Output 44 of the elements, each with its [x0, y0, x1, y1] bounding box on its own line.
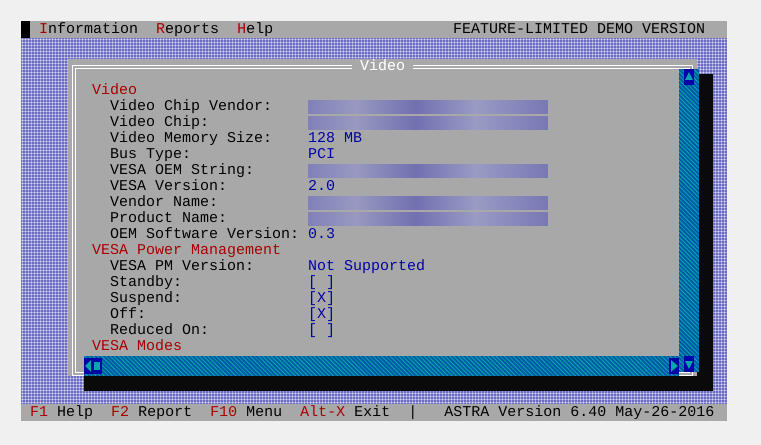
field-label: OEM Software Version:: [110, 227, 300, 243]
field-value: [X]: [308, 291, 336, 307]
shortcut-key[interactable]: F2 Report: [111, 404, 192, 420]
menu-item[interactable]: Information: [39, 22, 138, 38]
field-label: Standby:: [110, 275, 182, 291]
field-value: [ ]: [308, 275, 336, 291]
field-label: Suspend:: [110, 291, 182, 307]
version-text: ASTRA Version 6.40: [444, 404, 606, 420]
field-label: VESA Version:: [110, 179, 228, 195]
field-label: Video Memory Size:: [110, 131, 272, 147]
section-heading: VESA Modes: [92, 339, 182, 355]
field-value: Not Supported: [308, 259, 426, 275]
demo-notice: FEATURE-LIMITED DEMO VERSION: [452, 22, 705, 38]
field-label: Bus Type:: [110, 147, 192, 163]
field-label: Vendor Name:: [110, 195, 218, 211]
field-value: [X]: [308, 307, 336, 323]
scroll-up-icon[interactable]: [684, 69, 694, 85]
field-value: [ ]: [308, 323, 336, 339]
shortcut-key[interactable]: F1 Help: [30, 404, 94, 420]
field-label: Off:: [110, 307, 146, 323]
section-heading: Video: [92, 83, 138, 99]
field-value: PCI: [308, 147, 336, 163]
scroll-right-icon[interactable]: [669, 358, 679, 374]
field-label: Video Chip Vendor:: [110, 99, 272, 115]
field-label: VESA OEM String:: [110, 163, 254, 179]
scroll-left-icon[interactable]: [84, 358, 102, 374]
date-text: May-26-2016: [615, 404, 714, 420]
field-value: 2.0: [308, 179, 336, 195]
section-heading: VESA Power Management: [92, 243, 282, 259]
scroll-down-icon[interactable]: [684, 356, 694, 372]
status-separator: |: [408, 404, 418, 420]
vertical-scrollbar[interactable]: [679, 69, 699, 372]
menu-item[interactable]: Help: [237, 22, 274, 38]
shortcut-key[interactable]: F10 Menu: [210, 404, 282, 420]
cursor-block: [21, 21, 30, 38]
shortcut-key[interactable]: Alt-X Exit: [300, 404, 390, 420]
menu-item[interactable]: Reports: [156, 22, 220, 38]
field-value: 0.3: [308, 227, 336, 243]
field-value: 128 MB: [308, 131, 362, 147]
horizontal-scrollbar[interactable]: [84, 356, 679, 376]
field-label: Video Chip:: [110, 115, 210, 131]
field-label: VESA PM Version:: [110, 259, 254, 275]
field-label: Product Name:: [110, 211, 228, 227]
field-label: Reduced On:: [110, 323, 210, 339]
